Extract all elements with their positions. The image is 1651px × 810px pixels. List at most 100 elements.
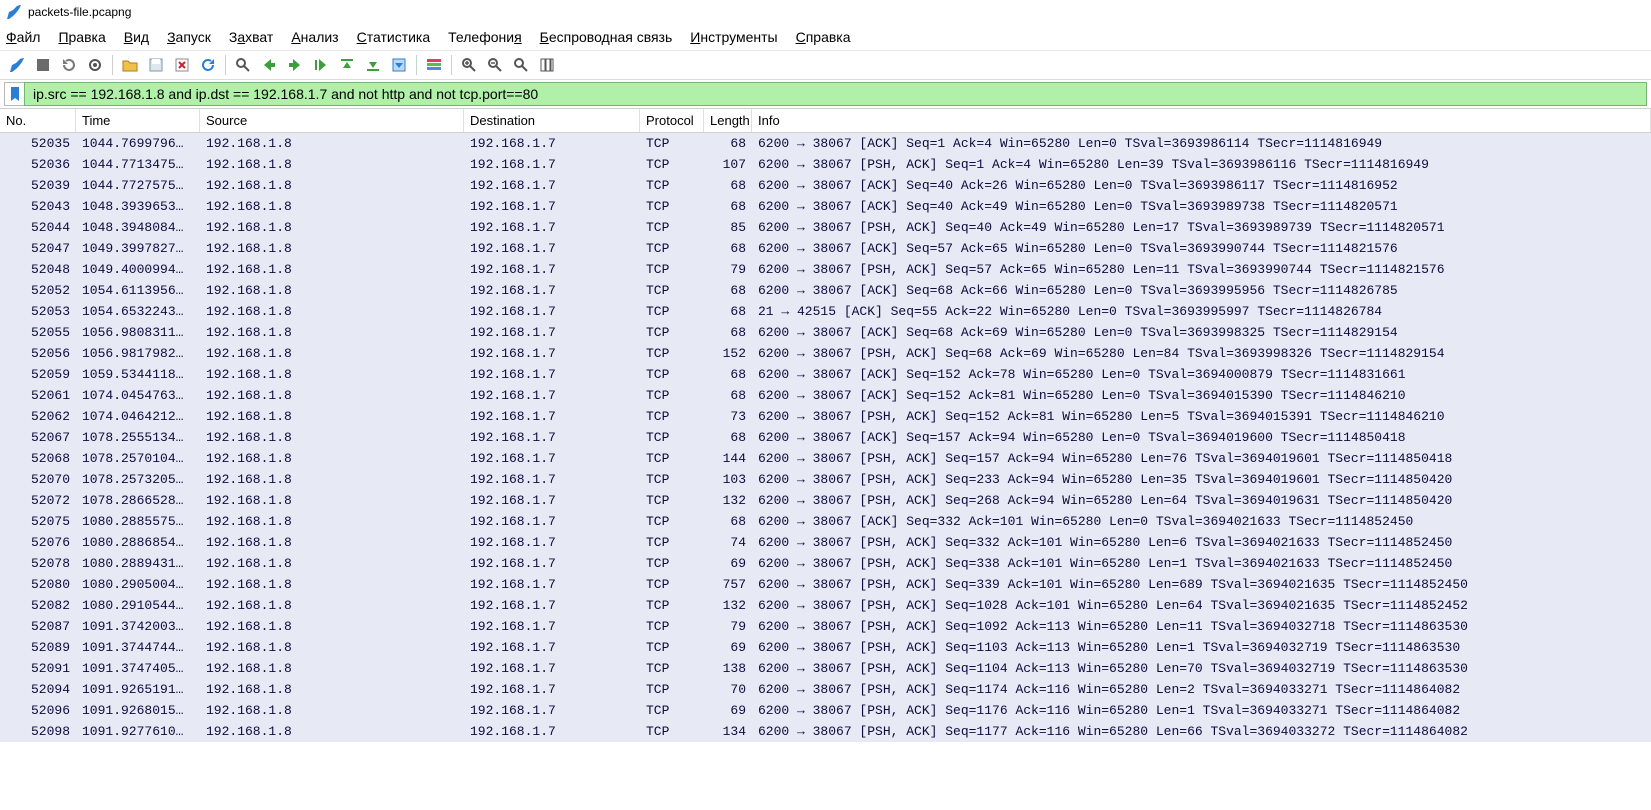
zoom-out-button[interactable]	[484, 54, 506, 76]
cell-proto: TCP	[640, 367, 704, 382]
open-file-button[interactable]	[119, 54, 141, 76]
table-row[interactable]: 520681078.2570104…192.168.1.8192.168.1.7…	[0, 448, 1651, 469]
cell-len: 134	[704, 724, 752, 739]
menu-help[interactable]: Справка	[796, 29, 851, 45]
table-row[interactable]: 520361044.7713475…192.168.1.8192.168.1.7…	[0, 154, 1651, 175]
menu-telephony[interactable]: Телефония	[448, 29, 522, 45]
cell-len: 69	[704, 703, 752, 718]
menu-file[interactable]: Файл	[6, 29, 40, 45]
cell-len: 68	[704, 241, 752, 256]
cell-no: 52048	[0, 262, 76, 277]
column-header-source[interactable]: Source	[200, 109, 464, 132]
goto-first-button[interactable]	[336, 54, 358, 76]
colorize-button[interactable]	[423, 54, 445, 76]
table-row[interactable]: 520481049.4000994…192.168.1.8192.168.1.7…	[0, 259, 1651, 280]
table-row[interactable]: 520471049.3997827…192.168.1.8192.168.1.7…	[0, 238, 1651, 259]
table-row[interactable]: 520821080.2910544…192.168.1.8192.168.1.7…	[0, 595, 1651, 616]
cell-no: 52068	[0, 451, 76, 466]
menu-view[interactable]: Вид	[124, 29, 149, 45]
table-row[interactable]: 520981091.9277610…192.168.1.8192.168.1.7…	[0, 721, 1651, 742]
table-row[interactable]: 520801080.2905004…192.168.1.8192.168.1.7…	[0, 574, 1651, 595]
table-row[interactable]: 520891091.3744744…192.168.1.8192.168.1.7…	[0, 637, 1651, 658]
table-row[interactable]: 520751080.2885575…192.168.1.8192.168.1.7…	[0, 511, 1651, 532]
zoom-in-button[interactable]	[458, 54, 480, 76]
bookmark-filter-icon[interactable]	[4, 82, 24, 106]
menu-edit[interactable]: Правка	[58, 29, 105, 45]
menu-go[interactable]: Запуск	[167, 29, 211, 45]
table-row[interactable]: 520961091.9268015…192.168.1.8192.168.1.7…	[0, 700, 1651, 721]
table-row[interactable]: 520441048.3948084…192.168.1.8192.168.1.7…	[0, 217, 1651, 238]
table-row[interactable]: 520391044.7727575…192.168.1.8192.168.1.7…	[0, 175, 1651, 196]
capture-options-button[interactable]	[84, 54, 106, 76]
cell-time: 1080.2889431…	[76, 556, 200, 571]
cell-dst: 192.168.1.7	[464, 724, 640, 739]
cell-time: 1091.9268015…	[76, 703, 200, 718]
go-back-button[interactable]	[258, 54, 280, 76]
menu-capture[interactable]: Захват	[229, 29, 273, 45]
cell-no: 52080	[0, 577, 76, 592]
table-row[interactable]: 520431048.3939653…192.168.1.8192.168.1.7…	[0, 196, 1651, 217]
column-header-time[interactable]: Time	[76, 109, 200, 132]
resize-columns-button[interactable]	[536, 54, 558, 76]
toolbar-separator	[451, 55, 452, 75]
cell-time: 1091.9265191…	[76, 682, 200, 697]
restart-capture-button[interactable]	[58, 54, 80, 76]
display-filter-input[interactable]	[24, 82, 1647, 106]
goto-packet-button[interactable]	[310, 54, 332, 76]
menu-wireless[interactable]: Беспроводная связь	[540, 29, 673, 45]
close-file-button[interactable]	[171, 54, 193, 76]
table-row[interactable]: 520911091.3747405…192.168.1.8192.168.1.7…	[0, 658, 1651, 679]
cell-len: 74	[704, 535, 752, 550]
cell-proto: TCP	[640, 199, 704, 214]
cell-src: 192.168.1.8	[200, 241, 464, 256]
cell-proto: TCP	[640, 556, 704, 571]
goto-last-button[interactable]	[362, 54, 384, 76]
zoom-reset-button[interactable]	[510, 54, 532, 76]
menu-analyze[interactable]: Анализ	[291, 29, 338, 45]
table-row[interactable]: 520351044.7699796…192.168.1.8192.168.1.7…	[0, 133, 1651, 154]
cell-no: 52098	[0, 724, 76, 739]
cell-src: 192.168.1.8	[200, 640, 464, 655]
cell-time: 1054.6532243…	[76, 304, 200, 319]
table-row[interactable]: 520621074.0464212…192.168.1.8192.168.1.7…	[0, 406, 1651, 427]
column-header-no[interactable]: No.	[0, 109, 76, 132]
reload-button[interactable]	[197, 54, 219, 76]
menu-tools[interactable]: Инструменты	[690, 29, 777, 45]
cell-proto: TCP	[640, 430, 704, 445]
table-row[interactable]: 520761080.2886854…192.168.1.8192.168.1.7…	[0, 532, 1651, 553]
column-header-info[interactable]: Info	[752, 109, 1651, 132]
cell-time: 1080.2910544…	[76, 598, 200, 613]
start-capture-button[interactable]	[6, 54, 28, 76]
find-packet-button[interactable]	[232, 54, 254, 76]
table-row[interactable]: 520531054.6532243…192.168.1.8192.168.1.7…	[0, 301, 1651, 322]
cell-dst: 192.168.1.7	[464, 157, 640, 172]
cell-time: 1074.0454763…	[76, 388, 200, 403]
table-row[interactable]: 520671078.2555134…192.168.1.8192.168.1.7…	[0, 427, 1651, 448]
cell-proto: TCP	[640, 325, 704, 340]
table-row[interactable]: 520941091.9265191…192.168.1.8192.168.1.7…	[0, 679, 1651, 700]
save-file-button[interactable]	[145, 54, 167, 76]
go-forward-button[interactable]	[284, 54, 306, 76]
column-header-length[interactable]: Length	[704, 109, 752, 132]
table-row[interactable]: 520521054.6113956…192.168.1.8192.168.1.7…	[0, 280, 1651, 301]
table-row[interactable]: 520551056.9808311…192.168.1.8192.168.1.7…	[0, 322, 1651, 343]
table-row[interactable]: 520721078.2866528…192.168.1.8192.168.1.7…	[0, 490, 1651, 511]
column-header-protocol[interactable]: Protocol	[640, 109, 704, 132]
menu-statistics[interactable]: Статистика	[357, 29, 431, 45]
cell-src: 192.168.1.8	[200, 430, 464, 445]
stop-capture-button[interactable]	[32, 54, 54, 76]
table-row[interactable]: 520871091.3742003…192.168.1.8192.168.1.7…	[0, 616, 1651, 637]
table-row[interactable]: 520781080.2889431…192.168.1.8192.168.1.7…	[0, 553, 1651, 574]
column-header-destination[interactable]: Destination	[464, 109, 640, 132]
table-row[interactable]: 520611074.0454763…192.168.1.8192.168.1.7…	[0, 385, 1651, 406]
table-row[interactable]: 520591059.5344118…192.168.1.8192.168.1.7…	[0, 364, 1651, 385]
cell-len: 144	[704, 451, 752, 466]
cell-len: 68	[704, 388, 752, 403]
auto-scroll-button[interactable]	[388, 54, 410, 76]
table-row[interactable]: 520561056.9817982…192.168.1.8192.168.1.7…	[0, 343, 1651, 364]
cell-time: 1054.6113956…	[76, 283, 200, 298]
cell-time: 1074.0464212…	[76, 409, 200, 424]
cell-proto: TCP	[640, 178, 704, 193]
table-row[interactable]: 520701078.2573205…192.168.1.8192.168.1.7…	[0, 469, 1651, 490]
cell-dst: 192.168.1.7	[464, 682, 640, 697]
